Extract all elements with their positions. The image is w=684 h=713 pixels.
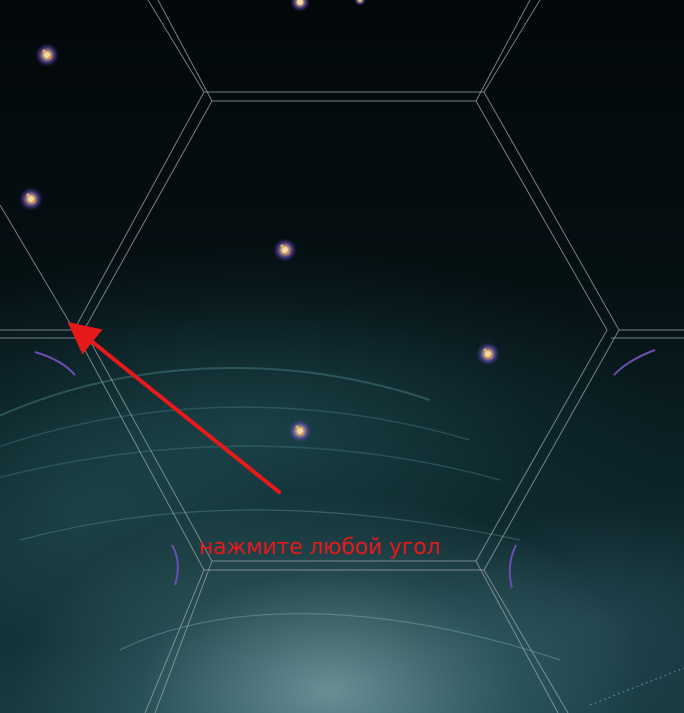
hex-grid xyxy=(0,0,684,713)
star-system-icon[interactable] xyxy=(290,0,310,12)
star-system-icon[interactable] xyxy=(354,0,366,6)
route-line xyxy=(589,667,684,706)
nebula-streaks xyxy=(0,367,561,661)
star-system-icon[interactable] xyxy=(476,342,500,366)
star-system-icon[interactable] xyxy=(35,43,59,67)
star-system-icon[interactable] xyxy=(288,419,312,443)
galaxy-map-canvas xyxy=(0,0,684,713)
galaxy-map-viewport[interactable]: нажмите любой угол xyxy=(0,0,684,713)
star-system-icon[interactable] xyxy=(273,238,297,262)
star-system-icon[interactable] xyxy=(19,187,43,211)
hint-label: нажмите любой угол xyxy=(199,535,441,560)
star-systems xyxy=(19,0,500,443)
red-arrow-pointer xyxy=(67,321,281,494)
hex-sector-center[interactable] xyxy=(73,91,620,571)
